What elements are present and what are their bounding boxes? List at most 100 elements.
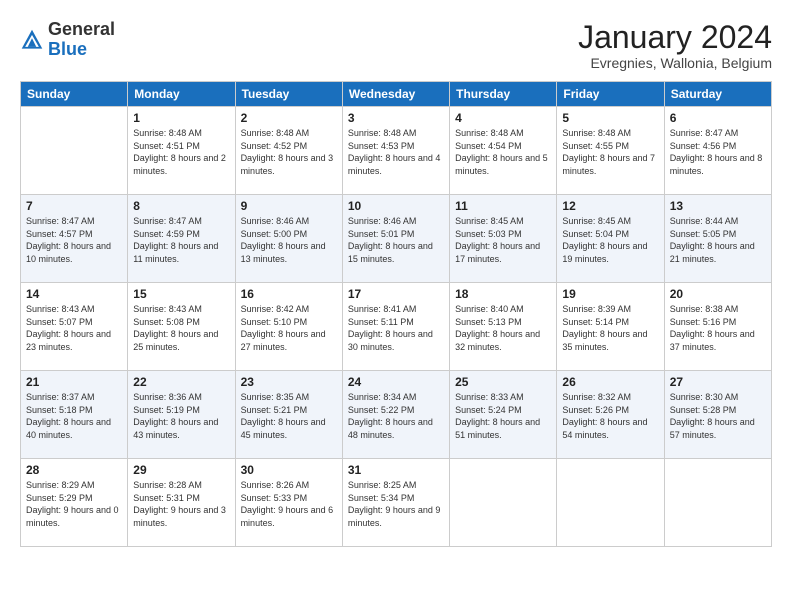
sunrise-text: Sunrise: 8:28 AM [133,479,229,492]
sunset-text: Sunset: 5:14 PM [562,316,658,329]
sunrise-text: Sunrise: 8:42 AM [241,303,337,316]
day-number: 11 [455,199,551,213]
sunset-text: Sunset: 5:08 PM [133,316,229,329]
day-number: 14 [26,287,122,301]
day-info: Sunrise: 8:39 AMSunset: 5:14 PMDaylight:… [562,303,658,353]
day-info: Sunrise: 8:41 AMSunset: 5:11 PMDaylight:… [348,303,444,353]
daylight-text: Daylight: 8 hours and 27 minutes. [241,328,337,353]
day-number: 23 [241,375,337,389]
sunset-text: Sunset: 5:04 PM [562,228,658,241]
daylight-text: Daylight: 8 hours and 3 minutes. [241,152,337,177]
calendar-page: General Blue January 2024 Evregnies, Wal… [0,0,792,612]
sunset-text: Sunset: 5:28 PM [670,404,766,417]
daylight-text: Daylight: 8 hours and 13 minutes. [241,240,337,265]
daylight-text: Daylight: 9 hours and 0 minutes. [26,504,122,529]
daylight-text: Daylight: 8 hours and 10 minutes. [26,240,122,265]
daylight-text: Daylight: 8 hours and 51 minutes. [455,416,551,441]
calendar-cell: 29Sunrise: 8:28 AMSunset: 5:31 PMDayligh… [128,459,235,547]
day-info: Sunrise: 8:35 AMSunset: 5:21 PMDaylight:… [241,391,337,441]
sunrise-text: Sunrise: 8:37 AM [26,391,122,404]
day-info: Sunrise: 8:40 AMSunset: 5:13 PMDaylight:… [455,303,551,353]
daylight-text: Daylight: 8 hours and 23 minutes. [26,328,122,353]
calendar-cell: 13Sunrise: 8:44 AMSunset: 5:05 PMDayligh… [664,195,771,283]
day-info: Sunrise: 8:48 AMSunset: 4:54 PMDaylight:… [455,127,551,177]
day-number: 3 [348,111,444,125]
daylight-text: Daylight: 9 hours and 6 minutes. [241,504,337,529]
calendar-cell: 27 Sunrise: 8:30 AMSunset: 5:28 PMDayligh… [664,371,771,459]
day-info: Sunrise: 8:32 AMSunset: 5:26 PMDaylight:… [562,391,658,441]
calendar-cell: 4Sunrise: 8:48 AMSunset: 4:54 PMDaylight… [450,107,557,195]
sunrise-text: Sunrise: 8:47 AM [133,215,229,228]
day-info: Sunrise: 8:26 AMSunset: 5:33 PMDaylight:… [241,479,337,529]
day-info: Sunrise: 8:47 AMSunset: 4:57 PMDaylight:… [26,215,122,265]
sunrise-text: Sunrise: 8:41 AM [348,303,444,316]
sunset-text: Sunset: 4:52 PM [241,140,337,153]
daylight-text: Daylight: 8 hours and 48 minutes. [348,416,444,441]
daylight-text: Daylight: 8 hours and 8 minutes. [670,152,766,177]
sunset-text: Sunset: 4:57 PM [26,228,122,241]
sunset-text: Sunset: 5:34 PM [348,492,444,505]
sunset-text: Sunset: 5:22 PM [348,404,444,417]
day-number: 31 [348,463,444,477]
sunset-text: Sunset: 5:11 PM [348,316,444,329]
daylight-text: Daylight: 8 hours and 35 minutes. [562,328,658,353]
day-number: 27 [670,375,766,389]
daylight-text: Daylight: 9 hours and 9 minutes. [348,504,444,529]
sunrise-text: Sunrise: 8:26 AM [241,479,337,492]
day-number: 16 [241,287,337,301]
calendar-cell: 12 Sunrise: 8:45 AMSunset: 5:04 PMDayligh… [557,195,664,283]
day-info: Sunrise: 8:28 AMSunset: 5:31 PMDaylight:… [133,479,229,529]
sunrise-text: Sunrise: 8:29 AM [26,479,122,492]
day-number: 28 [26,463,122,477]
calendar-cell: 26Sunrise: 8:32 AMSunset: 5:26 PMDayligh… [557,371,664,459]
daylight-text: Daylight: 8 hours and 32 minutes. [455,328,551,353]
sunset-text: Sunset: 5:19 PM [133,404,229,417]
calendar-cell: 6Sunrise: 8:47 AMSunset: 4:56 PMDaylight… [664,107,771,195]
calendar-cell: 17Sunrise: 8:41 AMSunset: 5:11 PMDayligh… [342,283,449,371]
sunrise-text: Sunrise: 8:48 AM [241,127,337,140]
day-number: 30 [241,463,337,477]
calendar-cell: 28Sunrise: 8:29 AMSunset: 5:29 PMDayligh… [21,459,128,547]
calendar-cell [664,459,771,547]
calendar-cell [21,107,128,195]
sunrise-text: Sunrise: 8:30 AM [670,391,766,404]
sunrise-text: Sunrise: 8:33 AM [455,391,551,404]
sunset-text: Sunset: 5:33 PM [241,492,337,505]
day-number: 12 [562,199,658,213]
day-number: 7 [26,199,122,213]
day-number: 2 [241,111,337,125]
calendar-cell [450,459,557,547]
day-number: 10 [348,199,444,213]
calendar-cell: 15Sunrise: 8:43 AMSunset: 5:08 PMDayligh… [128,283,235,371]
daylight-text: Daylight: 8 hours and 57 minutes. [670,416,766,441]
sunset-text: Sunset: 4:56 PM [670,140,766,153]
calendar-cell: 30 Sunrise: 8:26 AMSunset: 5:33 PMDayligh… [235,459,342,547]
daylight-text: Daylight: 8 hours and 30 minutes. [348,328,444,353]
day-number: 1 [133,111,229,125]
day-number: 8 [133,199,229,213]
sunset-text: Sunset: 5:01 PM [348,228,444,241]
daylight-text: Daylight: 8 hours and 45 minutes. [241,416,337,441]
sunset-text: Sunset: 5:05 PM [670,228,766,241]
title-block: January 2024 Evregnies, Wallonia, Belgiu… [578,20,772,71]
calendar-cell: 1Sunrise: 8:48 AMSunset: 4:51 PMDaylight… [128,107,235,195]
sunset-text: Sunset: 4:51 PM [133,140,229,153]
daylight-text: Daylight: 8 hours and 11 minutes. [133,240,229,265]
daylight-text: Daylight: 9 hours and 3 minutes. [133,504,229,529]
calendar-cell: 24Sunrise: 8:34 AMSunset: 5:22 PMDayligh… [342,371,449,459]
logo: General Blue [20,20,115,60]
sunrise-text: Sunrise: 8:47 AM [670,127,766,140]
calendar-cell: 21Sunrise: 8:37 AMSunset: 5:18 PMDayligh… [21,371,128,459]
sunset-text: Sunset: 4:59 PM [133,228,229,241]
sunrise-text: Sunrise: 8:48 AM [133,127,229,140]
daylight-text: Daylight: 8 hours and 15 minutes. [348,240,444,265]
sunrise-text: Sunrise: 8:43 AM [26,303,122,316]
sunrise-text: Sunrise: 8:40 AM [455,303,551,316]
day-info: Sunrise: 8:46 AMSunset: 5:00 PMDaylight:… [241,215,337,265]
sunrise-text: Sunrise: 8:43 AM [133,303,229,316]
day-info: Sunrise: 8:45 AMSunset: 5:04 PMDaylight:… [562,215,658,265]
week-row-5: 28Sunrise: 8:29 AMSunset: 5:29 PMDayligh… [21,459,772,547]
calendar-cell [557,459,664,547]
calendar-cell: 31Sunrise: 8:25 AMSunset: 5:34 PMDayligh… [342,459,449,547]
header-tuesday: Tuesday [235,82,342,107]
